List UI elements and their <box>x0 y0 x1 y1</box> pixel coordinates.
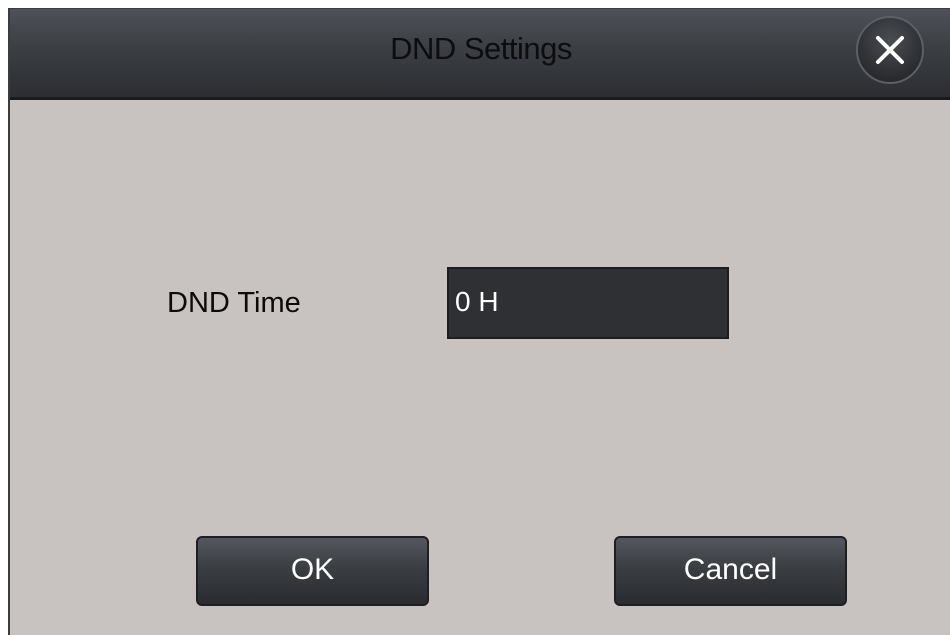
dnd-settings-dialog: DND Settings DND Time 0 H OK Cancel <box>8 8 950 635</box>
close-icon <box>876 36 904 64</box>
cancel-button[interactable]: Cancel <box>614 536 847 606</box>
ok-button[interactable]: OK <box>196 536 429 606</box>
dialog-titlebar: DND Settings <box>10 9 950 100</box>
dnd-time-field[interactable]: 0 H <box>447 267 729 339</box>
dialog-title: DND Settings <box>390 31 572 66</box>
dnd-time-label: DND Time <box>167 287 301 319</box>
close-button[interactable] <box>856 16 924 84</box>
